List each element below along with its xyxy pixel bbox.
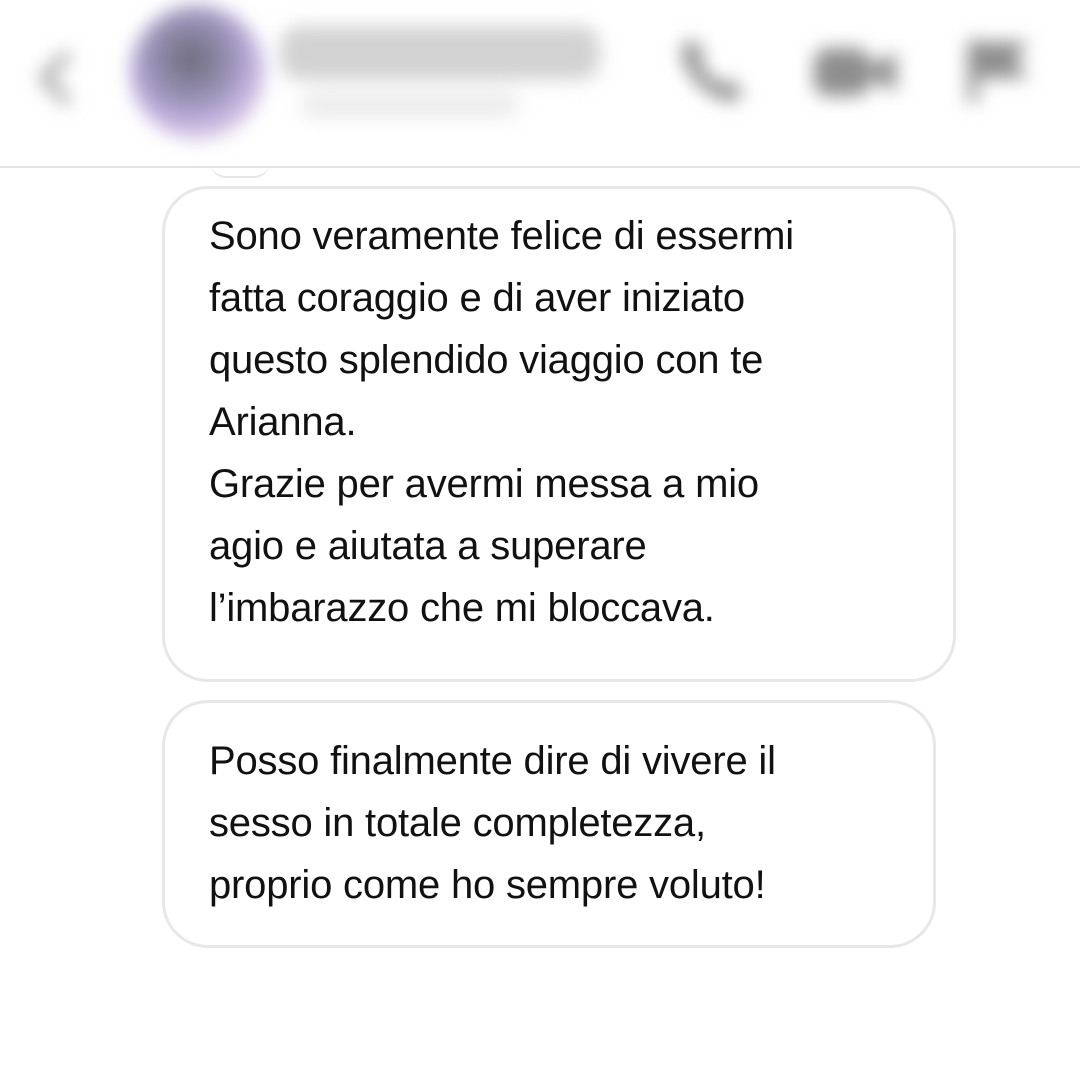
contact-status-redacted [300,92,520,118]
message-bubble[interactable]: Posso finalmente dire di vivere il sesso… [162,700,936,948]
avatar[interactable] [130,5,265,140]
video-camera-icon[interactable] [808,36,904,108]
message-line: l’imbarazzo che mi bloccava. [209,586,715,630]
message-paragraph: Grazie per avermi messa a mio agio e aiu… [209,453,953,639]
message-line: agio e aiutata a superare [209,524,647,568]
message-line: Grazie per avermi messa a mio [209,462,759,506]
message-bubble[interactable]: Sono veramente felice di essermi fatta c… [162,186,956,682]
message-line: Arianna. [209,400,357,444]
message-line: fatta coraggio e di aver iniziato [209,276,745,320]
message-paragraph: Sono veramente felice di essermi fatta c… [209,205,953,453]
message-line: sesso in totale completezza, [209,801,706,845]
chevron-left-icon[interactable] [30,48,80,108]
message-paragraph: Posso finalmente dire di vivere il sesso… [209,730,933,916]
chat-screen: Sono veramente felice di essermi fatta c… [0,0,1080,1080]
message-line: Posso finalmente dire di vivere il [209,739,776,783]
blurred-header-content [0,0,1080,166]
message-line: Sono veramente felice di essermi [209,214,794,258]
message-line: questo splendido viaggio con te [209,338,764,382]
message-line: proprio come ho sempre voluto! [209,863,766,907]
phone-icon[interactable] [672,30,752,110]
contact-name-redacted[interactable] [280,26,600,80]
chat-header [0,0,1080,168]
thread-divider [210,162,270,178]
flag-icon[interactable] [958,34,1038,106]
